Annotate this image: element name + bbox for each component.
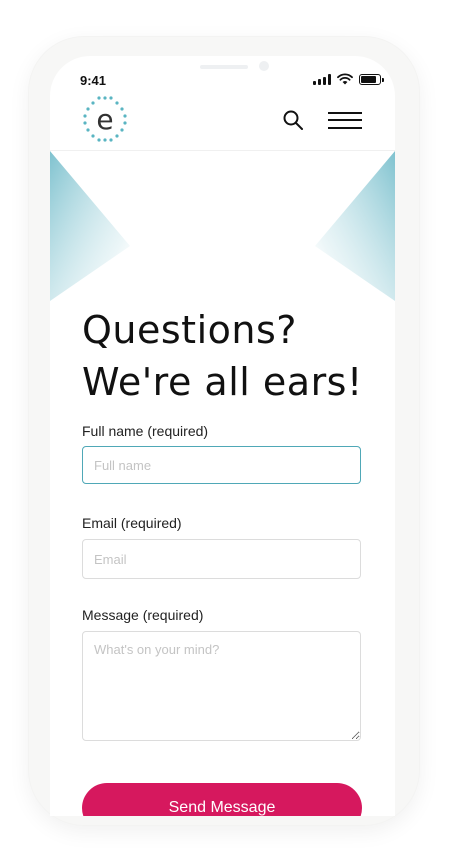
logo-letter: e <box>96 103 113 136</box>
hero-decoration <box>50 151 395 301</box>
speaker-grille <box>200 65 248 69</box>
phone-screen: 9:41 e Questions? We're all ears! Full n… <box>50 56 395 816</box>
page-title-line-1: Questions? <box>82 308 297 352</box>
email-label: Email (required) <box>82 515 182 531</box>
front-camera <box>259 61 269 71</box>
send-message-button[interactable]: Send Message <box>82 783 362 816</box>
site-header: e <box>50 96 395 151</box>
full-name-input[interactable] <box>82 446 361 484</box>
battery-icon <box>359 73 384 85</box>
page-title: Questions? We're all ears! <box>82 304 382 408</box>
status-time: 9:41 <box>80 73 107 88</box>
search-icon[interactable] <box>282 109 304 131</box>
message-textarea[interactable] <box>82 631 361 741</box>
email-input[interactable] <box>82 539 361 579</box>
page-title-line-2: We're all ears! <box>82 360 363 404</box>
full-name-label: Full name (required) <box>82 423 209 439</box>
wifi-icon <box>337 73 353 85</box>
message-label: Message (required) <box>82 607 204 623</box>
signal-icon <box>313 73 331 85</box>
brand-logo[interactable]: e <box>79 96 129 142</box>
status-icons <box>313 73 384 85</box>
hamburger-menu-icon[interactable] <box>328 110 362 130</box>
